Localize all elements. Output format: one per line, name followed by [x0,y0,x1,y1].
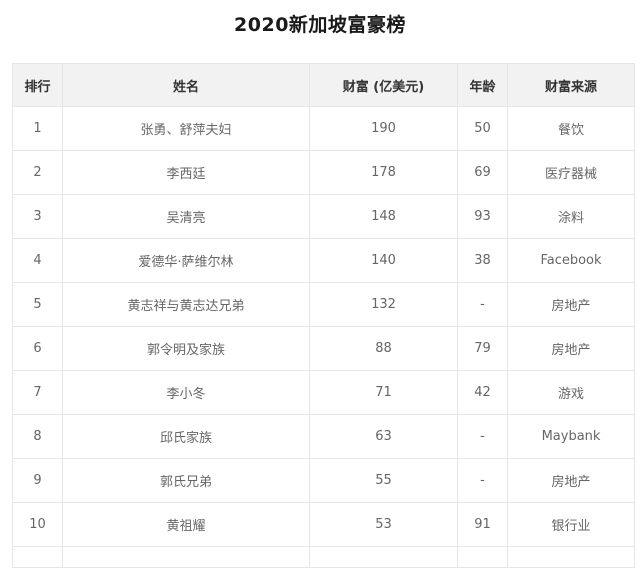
cell-wealth: 140 [309,238,458,283]
cell-empty [507,546,635,568]
cell-rank: 3 [12,194,63,239]
cell-source: Maybank [507,414,635,459]
table-body: 1 张勇、舒萍夫妇 190 50 餐饮 2 李西廷 178 69 医疗器械 3 吴清亮 148 93 涂料 4… [12,106,635,568]
table-row: 6 郭令明及家族 88 79 房地产 [12,326,635,371]
cell-wealth: 190 [309,106,458,151]
cell-wealth: 148 [309,194,458,239]
header-age: 年龄 [457,63,508,107]
cell-age: 69 [457,150,508,195]
table-row: 1 张勇、舒萍夫妇 190 50 餐饮 [12,106,635,151]
cell-wealth: 63 [309,414,458,459]
ranking-table: 排行 姓名 财富 (亿美元) 年龄 财富来源 1 张勇、舒萍夫妇 190 50 餐饮 2 李… [12,63,635,568]
cell-age: - [457,282,508,327]
cell-source: 医疗器械 [507,150,635,195]
cell-wealth: 71 [309,370,458,415]
table-row-cutoff [12,546,635,568]
cell-empty [12,546,63,568]
cell-name: 黄志祥与黄志达兄弟 [62,282,310,327]
header-row: 排行 姓名 财富 (亿美元) 年龄 财富来源 [12,63,635,107]
table-row: 5 黄志祥与黄志达兄弟 132- 房地产 [12,282,635,327]
table-row: 10 黄祖耀 53 91 银行业 [12,502,635,547]
cell-age: 79 [457,326,508,371]
cell-name: 李小冬 [62,370,310,415]
cell-source: 房地产 [507,282,635,327]
cell-wealth: 178 [309,150,458,195]
cell-rank: 2 [12,150,63,195]
cell-rank: 4 [12,238,63,283]
cell-age: 38 [457,238,508,283]
cell-name: 李西廷 [62,150,310,195]
header-wealth: 财富 (亿美元) [309,63,458,107]
cell-name: 黄祖耀 [62,502,310,547]
cell-name: 邱氏家族 [62,414,310,459]
cell-name: 吴清亮 [62,194,310,239]
cell-rank: 9 [12,458,63,503]
cell-source: 游戏 [507,370,635,415]
cell-name: 爱德华·萨维尔林 [62,238,310,283]
cell-age: - [457,414,508,459]
table-row: 8 邱氏家族 63- Maybank [12,414,635,459]
cell-age: 93 [457,194,508,239]
cell-rank: 8 [12,414,63,459]
cell-source: Facebook [507,238,635,283]
cell-rank: 10 [12,502,63,547]
cell-rank: 5 [12,282,63,327]
header-source: 财富来源 [507,63,635,107]
cell-source: 餐饮 [507,106,635,151]
page-title: 2020新加坡富豪榜 [234,14,406,36]
cell-rank: 7 [12,370,63,415]
cell-wealth: 132 [309,282,458,327]
header-name: 姓名 [62,63,310,107]
cell-age: 42 [457,370,508,415]
cell-name: 郭氏兄弟 [62,458,310,503]
ranking-table-container: 排行 姓名 财富 (亿美元) 年龄 财富来源 1 张勇、舒萍夫妇 190 50 餐饮 2 李… [12,63,635,568]
cell-wealth: 88 [309,326,458,371]
table-row: 2 李西廷 178 69 医疗器械 [12,150,635,195]
cell-age: 50 [457,106,508,151]
table-row: 7 李小冬 71 42 游戏 [12,370,635,415]
cell-rank: 6 [12,326,63,371]
cell-source: 涂料 [507,194,635,239]
table-row: 3 吴清亮 148 93 涂料 [12,194,635,239]
cell-empty [457,546,508,568]
cell-wealth: 55 [309,458,458,503]
cell-name: 张勇、舒萍夫妇 [62,106,310,151]
cell-source: 银行业 [507,502,635,547]
cell-age: - [457,458,508,503]
table-header: 排行 姓名 财富 (亿美元) 年龄 财富来源 [12,63,635,107]
cell-age: 91 [457,502,508,547]
cell-empty [62,546,310,568]
header-rank: 排行 [12,63,63,107]
cell-empty [309,546,458,568]
cell-name: 郭令明及家族 [62,326,310,371]
table-row: 9 郭氏兄弟 55- 房地产 [12,458,635,503]
cell-wealth: 53 [309,502,458,547]
cell-rank: 1 [12,106,63,151]
cell-source: 房地产 [507,458,635,503]
cell-source: 房地产 [507,326,635,371]
table-row: 4 爱德华·萨维尔林 140 38 Facebook [12,238,635,283]
